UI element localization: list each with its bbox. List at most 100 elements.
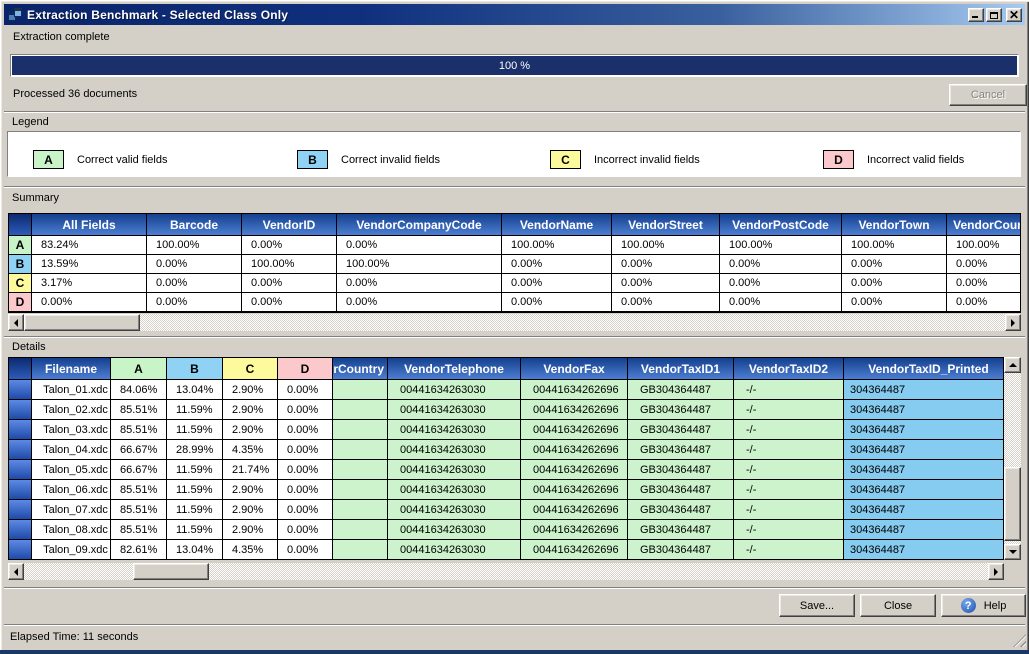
summary-value-cell: 100.00% (147, 236, 242, 255)
legend-key-d: D (823, 150, 854, 169)
details-row-selector[interactable] (9, 400, 32, 420)
details-value-cell: 2.90% (223, 400, 278, 420)
legend-divider (4, 111, 1025, 113)
details-row: Talon_04.xdc66.67%28.99%4.35%0.00%004416… (9, 440, 1003, 460)
summary-value-cell: 3.17% (32, 274, 147, 293)
summary-value-cell: 0.00% (720, 274, 842, 293)
title-bar[interactable]: Extraction Benchmark - Selected Class On… (4, 4, 1025, 25)
summary-value-cell: 0.00% (337, 274, 502, 293)
details-row-selector[interactable] (9, 420, 32, 440)
details-value-cell: 00441634262696 (521, 460, 628, 480)
resize-grip-icon[interactable] (1013, 634, 1026, 647)
details-value-cell: 304364487 (844, 440, 1004, 460)
bottom-edge (0, 650, 1029, 654)
details-vscroll-thumb[interactable] (1004, 467, 1021, 541)
details-row: Talon_06.xdc85.51%11.59%2.90%0.00%004416… (9, 480, 1003, 500)
details-value-cell: 00441634262696 (521, 380, 628, 400)
details-value-cell: 304364487 (844, 480, 1004, 500)
summary-value-cell: 0.00% (147, 255, 242, 274)
summary-row: A83.24%100.00%0.00%0.00%100.00%100.00%10… (9, 236, 1020, 255)
details-value-cell: 00441634262696 (521, 540, 628, 560)
details-value-cell: 82.61% (111, 540, 167, 560)
details-row-selector[interactable] (9, 380, 32, 400)
summary-hscroll-thumb[interactable] (24, 314, 140, 331)
details-value-cell: 00441634262696 (521, 440, 628, 460)
details-value-cell: 13.04% (167, 540, 223, 560)
details-value-cell: 0.00% (278, 460, 333, 480)
details-column-header: VendorTaxID1 (628, 358, 734, 380)
details-value-cell (333, 420, 388, 440)
details-value-cell: 0.00% (278, 400, 333, 420)
cancel-button[interactable]: Cancel (949, 84, 1027, 106)
summary-value-cell: 0.00% (502, 255, 612, 274)
summary-value-cell: 0.00% (947, 293, 1021, 312)
save-button[interactable]: Save... (779, 594, 855, 617)
summary-hscroll-right-arrow[interactable] (1005, 314, 1021, 331)
details-value-cell: 66.67% (111, 440, 167, 460)
details-row-selector[interactable] (9, 460, 32, 480)
details-value-cell (333, 380, 388, 400)
details-hscroll-right-arrow[interactable] (988, 563, 1004, 580)
progress-bar-fill: 100 % (12, 56, 1017, 75)
details-row-selector[interactable] (9, 500, 32, 520)
details-filename-cell: Talon_09.xdc (32, 540, 111, 560)
summary-column-header: VendorStreet (612, 214, 720, 236)
summary-value-cell: 0.00% (337, 293, 502, 312)
details-filename-cell: Talon_02.xdc (32, 400, 111, 420)
details-row-selector[interactable] (9, 520, 32, 540)
details-vscrollbar[interactable] (1004, 357, 1021, 560)
details-value-cell: 0.00% (278, 520, 333, 540)
maximize-icon (990, 12, 998, 19)
details-value-cell: -/- (734, 400, 844, 420)
dialog-window: Extraction Benchmark - Selected Class On… (0, 0, 1029, 654)
summary-divider (4, 186, 1025, 188)
details-corner-cell (9, 358, 32, 380)
summary-column-header: VendorID (242, 214, 337, 236)
help-button[interactable]: ? Help (941, 594, 1026, 617)
legend-label-b: Correct invalid fields (341, 154, 440, 166)
summary-title: Summary (12, 192, 59, 204)
details-column-header: VendorTaxID2 (734, 358, 844, 380)
arrow-right-icon (994, 568, 998, 576)
details-column-header: A (111, 358, 167, 380)
details-value-cell: 00441634263030 (388, 400, 521, 420)
details-value-cell: 00441634263030 (388, 520, 521, 540)
close-button[interactable]: ✕ (1006, 8, 1022, 22)
details-hscroll-left-arrow[interactable] (8, 563, 24, 580)
details-value-cell: 11.59% (167, 460, 223, 480)
statusbar-divider (4, 624, 1025, 626)
minimize-icon (972, 16, 978, 18)
details-row-selector[interactable] (9, 540, 32, 560)
details-row-selector[interactable] (9, 480, 32, 500)
maximize-button[interactable] (986, 8, 1002, 22)
summary-header-row: All FieldsBarcodeVendorIDVendorCompanyCo… (9, 214, 1020, 236)
details-filename-cell: Talon_04.xdc (32, 440, 111, 460)
details-header-row: FilenameABCDVendorCountryVendorTelephone… (9, 358, 1003, 380)
summary-column-header: VendorName (502, 214, 612, 236)
details-hscroll-thumb[interactable] (133, 563, 209, 580)
details-value-cell: 2.90% (223, 520, 278, 540)
details-value-cell: 0.00% (278, 440, 333, 460)
summary-hscrollbar[interactable] (8, 314, 1021, 331)
summary-value-cell: 0.00% (947, 274, 1021, 293)
minimize-button[interactable] (968, 8, 984, 22)
details-value-cell: 28.99% (167, 440, 223, 460)
details-value-cell: 85.51% (111, 520, 167, 540)
close-dialog-button[interactable]: Close (860, 594, 936, 617)
details-value-cell: 00441634262696 (521, 400, 628, 420)
details-vscroll-up-arrow[interactable] (1004, 357, 1021, 373)
summary-value-cell: 83.24% (32, 236, 147, 255)
details-value-cell: 304364487 (844, 540, 1004, 560)
summary-corner-cell (9, 214, 32, 236)
summary-row: B13.59%0.00%100.00%100.00%0.00%0.00%0.00… (9, 255, 1020, 274)
details-value-cell: 00441634263030 (388, 540, 521, 560)
details-hscrollbar[interactable] (8, 563, 1004, 580)
summary-hscroll-left-arrow[interactable] (8, 314, 24, 331)
details-filename-cell: Talon_07.xdc (32, 500, 111, 520)
details-vscroll-down-arrow[interactable] (1004, 544, 1021, 560)
details-value-cell (333, 540, 388, 560)
summary-value-cell: 0.00% (502, 293, 612, 312)
details-row-selector[interactable] (9, 440, 32, 460)
details-value-cell: 2.90% (223, 380, 278, 400)
details-value-cell: 0.00% (278, 380, 333, 400)
